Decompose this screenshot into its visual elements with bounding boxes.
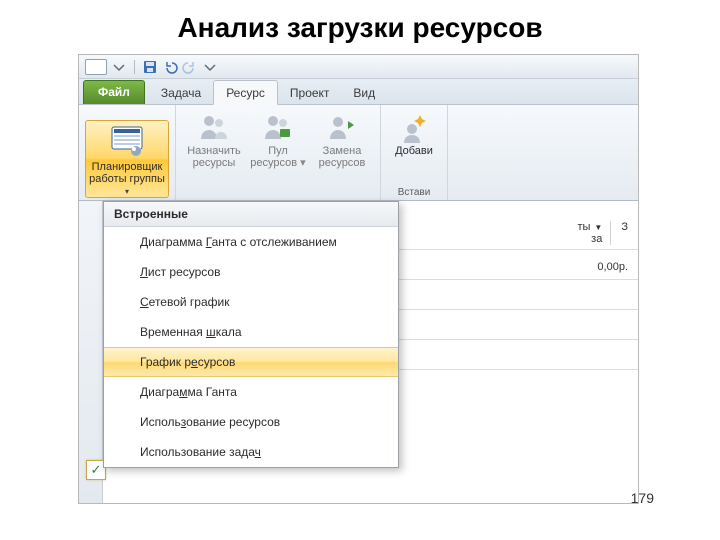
ribbon-tabs: Файл Задача Ресурс Проект Вид <box>79 79 638 105</box>
chevron-down-icon[interactable] <box>111 59 127 75</box>
group-label-insert: Встави <box>398 187 431 198</box>
side-slot <box>82 205 100 223</box>
ribbon-group-view: Планировщикработы группы ▾ <box>79 105 176 200</box>
tab-project[interactable]: Проект <box>278 81 342 104</box>
side-panel <box>79 201 103 503</box>
dropdown-item[interactable]: Сетевой график <box>104 287 398 317</box>
quick-access-toolbar <box>79 55 638 79</box>
tab-resource[interactable]: Ресурс <box>213 80 278 105</box>
page-number: 179 <box>631 490 654 506</box>
dropdown-item[interactable]: График ресурсов <box>104 347 398 377</box>
assign-resources-button[interactable]: Назначитьресурсы <box>182 107 246 185</box>
sparkle-people-icon <box>398 111 430 143</box>
team-planner-label: Планировщикработы группы ▾ <box>86 161 168 198</box>
ribbon-group-assignments: Назначитьресурсы Пулресурсов ▾ Заменарес… <box>176 105 381 200</box>
app-menu-corner[interactable] <box>85 59 107 75</box>
slide-title: Анализ загрузки ресурсов <box>0 0 720 54</box>
redo-icon[interactable] <box>182 59 198 75</box>
save-icon[interactable] <box>142 59 158 75</box>
chevron-down-icon[interactable] <box>202 59 218 75</box>
add-resources-button[interactable]: Добави <box>387 107 441 185</box>
dropdown-item[interactable]: Диаграмма Ганта <box>104 377 398 407</box>
pool-icon <box>262 111 294 143</box>
file-tab[interactable]: Файл <box>83 80 145 104</box>
dropdown-item[interactable]: Использование ресурсов <box>104 407 398 437</box>
separator <box>134 60 135 74</box>
ribbon-group-insert: Добави Встави <box>381 105 448 200</box>
people-icon <box>198 111 230 143</box>
team-planner-icon <box>110 125 144 159</box>
ribbon-body: Планировщикработы группы ▾ Назначитьресу… <box>79 105 638 201</box>
team-planner-button[interactable]: Планировщикработы группы ▾ <box>85 120 169 198</box>
substitute-icon <box>326 111 358 143</box>
dropdown-item[interactable]: Диаграмма Ганта с отслеживанием <box>104 227 398 257</box>
dropdown-item[interactable]: Использование задач <box>104 437 398 467</box>
resource-pool-button[interactable]: Пулресурсов ▾ <box>246 107 310 185</box>
tab-task[interactable]: Задача <box>149 81 213 104</box>
dropdown-item[interactable]: Временная шкала <box>104 317 398 347</box>
column-header-fragment: ты▼ за З <box>577 221 628 245</box>
cell-value: 0,00р. <box>597 261 628 273</box>
app-window: Файл Задача Ресурс Проект Вид Планировщи… <box>78 54 639 504</box>
tab-view[interactable]: Вид <box>341 81 387 104</box>
undo-icon[interactable] <box>162 59 178 75</box>
substitute-resources-button[interactable]: Заменаресурсов <box>310 107 374 185</box>
view-dropdown: Встроенные Диаграмма Ганта с отслеживани… <box>103 201 399 468</box>
dropdown-header: Встроенные <box>104 202 398 227</box>
dropdown-item[interactable]: Лист ресурсов <box>104 257 398 287</box>
